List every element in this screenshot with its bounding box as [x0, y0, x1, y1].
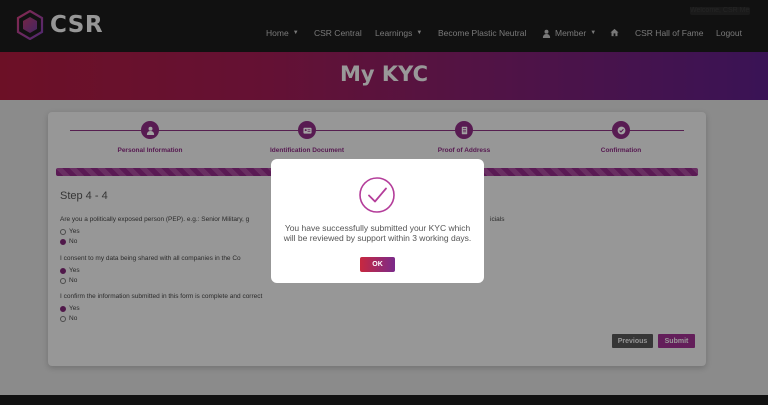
success-dialog: You have successfully submitted your KYC…	[271, 159, 484, 283]
dialog-message: You have successfully submitted your KYC…	[283, 223, 472, 243]
check-circle-icon	[359, 177, 395, 213]
ok-button[interactable]: OK	[360, 257, 395, 272]
